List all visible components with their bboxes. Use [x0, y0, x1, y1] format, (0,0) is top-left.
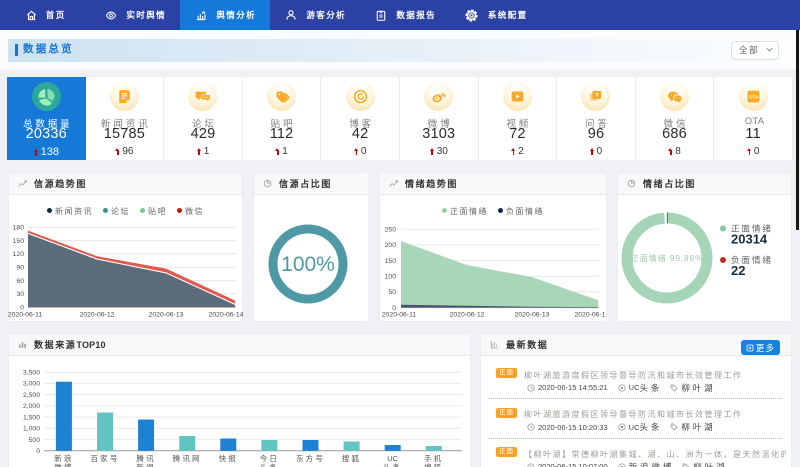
svg-text:100: 100: [385, 274, 397, 281]
svg-text:3,500: 3,500: [23, 369, 40, 376]
svg-text:60: 60: [16, 278, 24, 285]
svg-text:180: 180: [13, 225, 25, 232]
svg-text:30: 30: [16, 291, 24, 298]
svg-text:快报: 快报: [219, 453, 238, 463]
svg-text:百家号: 百家号: [90, 453, 119, 463]
svg-text:50: 50: [388, 289, 396, 296]
svg-text:新浪: 新浪: [54, 453, 73, 463]
svg-text:UC: UC: [387, 454, 398, 463]
svg-text:2020-06-12: 2020-06-12: [80, 312, 115, 319]
svg-text:腾讯网: 腾讯网: [173, 453, 202, 463]
svg-text:腾讯: 腾讯: [136, 453, 155, 463]
svg-text:头条: 头条: [260, 462, 279, 467]
svg-text:2020-06-14: 2020-06-14: [209, 312, 244, 319]
svg-text:250: 250: [385, 227, 397, 234]
svg-text:2,500: 2,500: [23, 392, 40, 399]
svg-text:0: 0: [20, 305, 24, 312]
svg-text:3,000: 3,000: [23, 381, 40, 388]
svg-text:500: 500: [29, 437, 41, 444]
svg-text:120: 120: [13, 251, 25, 258]
svg-text:正面情绪 99.89%: 正面情绪 99.89%: [631, 253, 703, 263]
svg-text:22: 22: [731, 263, 745, 278]
svg-text:搜狐: 搜狐: [342, 453, 361, 463]
svg-text:微博: 微博: [54, 462, 73, 467]
svg-text:1,500: 1,500: [23, 414, 40, 421]
svg-text:90: 90: [16, 265, 24, 272]
svg-text:2020-06-11: 2020-06-11: [8, 312, 42, 319]
svg-text:1,000: 1,000: [23, 426, 40, 433]
svg-text:200: 200: [385, 242, 397, 249]
svg-text:2020-06-13: 2020-06-13: [149, 312, 184, 319]
svg-text:今日: 今日: [260, 453, 279, 463]
svg-text:150: 150: [385, 258, 397, 265]
svg-text:新闻: 新闻: [136, 462, 155, 467]
svg-text:2020-06-11: 2020-06-11: [382, 312, 416, 319]
svg-text:搜狐: 搜狐: [424, 462, 443, 467]
svg-text:头条: 头条: [383, 462, 402, 467]
svg-text:20314: 20314: [731, 232, 768, 247]
svg-text:2020-06-12: 2020-06-12: [450, 312, 485, 319]
svg-text:2020-06-1: 2020-06-1: [575, 312, 606, 319]
svg-text:150: 150: [13, 238, 25, 245]
svg-text:0: 0: [36, 448, 40, 455]
svg-text:100%: 100%: [281, 253, 335, 276]
svg-text:东方号: 东方号: [296, 453, 325, 463]
svg-text:2020-06-13: 2020-06-13: [515, 312, 550, 319]
svg-text:2,000: 2,000: [23, 403, 40, 410]
svg-text:手机: 手机: [424, 453, 443, 463]
